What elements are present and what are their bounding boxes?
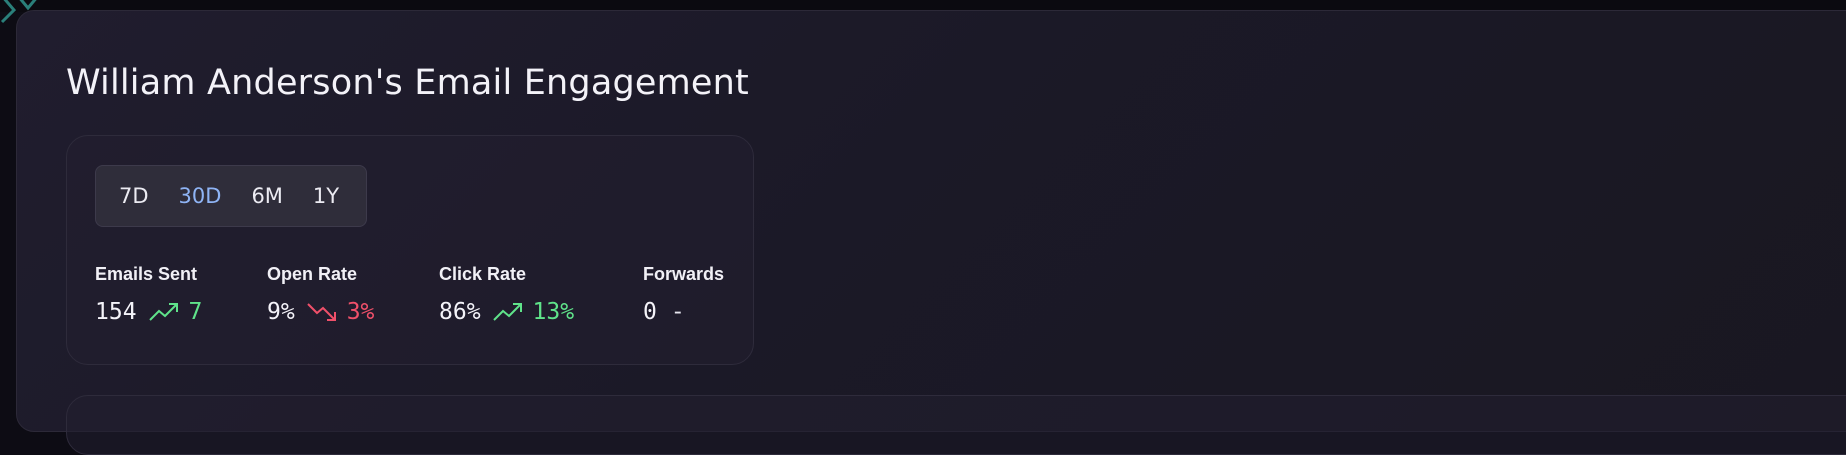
metric-value: 86% <box>439 299 481 325</box>
tab-6m[interactable]: 6M <box>240 184 293 208</box>
metric-forwards: Forwards 0 - <box>643 264 724 325</box>
metric-label: Open Rate <box>267 264 358 284</box>
trending-up-icon <box>148 302 179 322</box>
metric-value: 9% <box>267 299 295 325</box>
metric-delta: 3% <box>346 299 375 325</box>
metric-emails-sent: Emails Sent 154 7 <box>95 264 202 325</box>
metric-label: Click Rate <box>439 264 527 284</box>
page-title: William Anderson's Email Engagement <box>66 63 749 103</box>
time-range-selector: 7D 30D 6M 1Y <box>95 165 367 227</box>
tab-7d[interactable]: 7D <box>108 184 160 208</box>
metric-open-rate: Open Rate 9% 3% <box>267 264 374 325</box>
trending-down-icon <box>306 302 337 322</box>
trending-up-icon <box>492 302 523 322</box>
stats-card: 7D 30D 6M 1Y Emails Sent 154 7 Open Rate <box>66 135 754 365</box>
metric-value: 0 <box>643 299 657 325</box>
metric-label: Forwards <box>643 264 725 284</box>
metrics-row: Emails Sent 154 7 Open Rate 9% 3% Click … <box>95 264 735 344</box>
engagement-panel: William Anderson's Email Engagement 7D 3… <box>16 10 1846 455</box>
metric-delta: 13% <box>532 299 575 325</box>
metric-delta: 7 <box>188 299 203 325</box>
metric-label: Emails Sent <box>95 264 198 284</box>
tab-1y[interactable]: 1Y <box>302 184 350 208</box>
metric-value: 154 <box>95 299 137 325</box>
metric-click-rate: Click Rate 86% 13% <box>439 264 574 325</box>
metric-delta: - <box>670 299 685 325</box>
tab-30d[interactable]: 30D <box>168 184 233 208</box>
secondary-card <box>66 395 1846 455</box>
